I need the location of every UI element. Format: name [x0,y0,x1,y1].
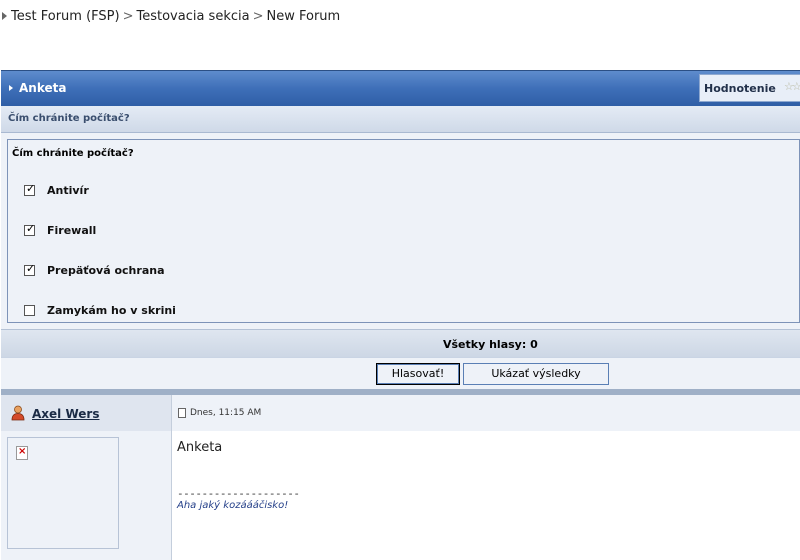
breadcrumb-separator: > [252,9,264,24]
breadcrumb-arrow-icon [2,12,7,20]
poll-options-area: Čím chránite počítač? ✓ Antivír ✓ Firewa… [1,133,800,329]
poll-title-text: Anketa [19,81,67,95]
signature-separator: -------------------- [177,487,300,500]
total-votes-bar: Všetky hlasy: 0 [1,329,800,357]
poll-options-question: Čím chránite počítač? [12,148,134,159]
poll-question-bar: Čím chránite počítač? [1,106,800,133]
checkbox-surge-protection[interactable]: ✓ [24,262,36,276]
poll-title: Anketa [9,81,66,95]
option-label: Prepäťová ochrana [47,264,165,277]
poll-options-box: Čím chránite počítač? ✓ Antivír ✓ Firewa… [7,139,800,323]
poll-header: Anketa Hodnotenie ☆☆ [1,70,800,106]
rating-label: Hodnotenie [704,82,776,95]
checkmark-icon: ✓ [26,182,36,195]
checkbox-lock-in-closet[interactable] [24,305,35,316]
expand-arrow-icon [9,84,13,91]
poll-question: Čím chránite počítač? [8,113,130,124]
option-label: Antivír [47,184,89,197]
post-text: Anketa [177,440,223,455]
post-author-details: × [1,431,172,560]
breadcrumb-separator: > [122,9,134,24]
option-label: Firewall [47,224,97,237]
vote-button[interactable]: Hlasovať! [376,363,460,385]
star-icon: ☆☆ [784,80,800,93]
checkmark-icon: ✓ [26,222,36,235]
breadcrumb-link-subforum[interactable]: New Forum [267,9,341,24]
checkmark-icon: ✓ [26,262,36,275]
post-author-cell: Axel Wers [1,395,172,431]
breadcrumb-link-forum[interactable]: Test Forum (FSP) [11,9,120,24]
document-icon[interactable] [178,408,186,418]
post-content: Anketa -------------------- Aha jaký koz… [172,431,800,560]
author-name-link[interactable]: Axel Wers [32,407,99,421]
avatar: × [7,437,119,549]
post-meta-cell: Dnes, 11:15 AM [172,395,800,431]
option-label: Zamykám ho v skrini [47,304,176,317]
post-date: Dnes, 11:15 AM [190,408,262,418]
user-icon [11,405,25,421]
signature-text: Aha jaký kozáááčisko! [177,500,289,511]
rating-dropdown[interactable]: Hodnotenie ☆☆ [699,74,800,102]
poll-buttons-bar: Hlasovať! Ukázať výsledky [1,357,800,389]
checkbox-firewall[interactable]: ✓ [24,222,36,236]
broken-image-icon: × [16,446,28,460]
breadcrumb-link-section[interactable]: Testovacia sekcia [136,9,249,24]
show-results-button[interactable]: Ukázať výsledky [463,363,609,385]
total-votes: Všetky hlasy: 0 [443,338,538,351]
breadcrumb: Test Forum (FSP) > Testovacia sekcia > New F… [0,9,340,24]
checkbox-antivirus[interactable]: ✓ [24,182,36,196]
